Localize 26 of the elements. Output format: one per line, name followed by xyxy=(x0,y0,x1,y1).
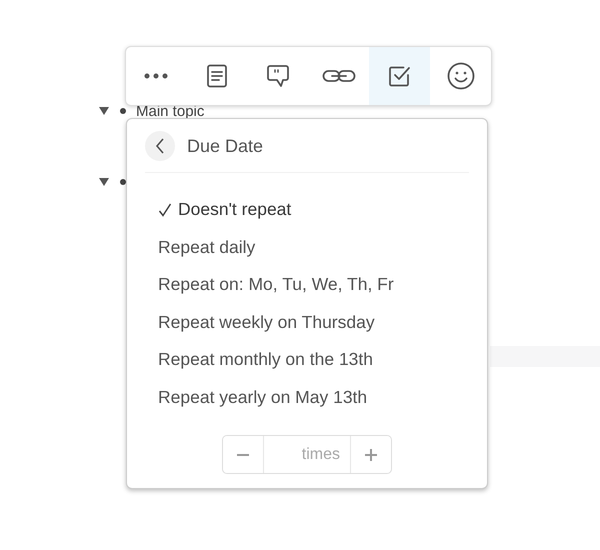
back-button[interactable] xyxy=(145,131,175,161)
plus-icon xyxy=(364,448,378,462)
repeat-option[interactable]: Repeat on: Mo, Tu, We, Th, Fr xyxy=(158,266,394,304)
bullet-icon xyxy=(120,108,126,114)
speech-bubble-icon xyxy=(266,64,290,88)
repeat-option[interactable]: Doesn't repeat xyxy=(158,191,292,228)
repeat-option[interactable]: Repeat daily xyxy=(158,228,256,266)
minus-icon xyxy=(236,454,250,456)
disclosure-triangle-icon[interactable] xyxy=(99,178,109,186)
document-icon xyxy=(206,64,228,88)
repeat-option[interactable]: Repeat yearly on May 13th xyxy=(158,378,368,416)
topic-text: Main topic xyxy=(136,104,204,118)
link-icon xyxy=(322,69,356,83)
back-chevron-icon xyxy=(155,138,165,154)
repeat-option[interactable]: Repeat monthly on the 13th xyxy=(158,341,374,378)
panel-title: Due Date xyxy=(187,136,264,156)
checkbox-button[interactable] xyxy=(369,47,430,105)
checkbox-icon xyxy=(388,64,412,88)
check-icon xyxy=(158,202,172,217)
repeat-option[interactable]: Repeat weekly on Thursday xyxy=(158,304,375,341)
times-field[interactable]: times xyxy=(263,436,351,473)
disclosure-triangle-icon[interactable] xyxy=(99,107,109,115)
repeat-count-stepper[interactable]: times xyxy=(222,435,392,474)
bullet-icon xyxy=(120,179,126,185)
smiley-icon xyxy=(446,62,475,90)
more-icon xyxy=(143,72,170,80)
